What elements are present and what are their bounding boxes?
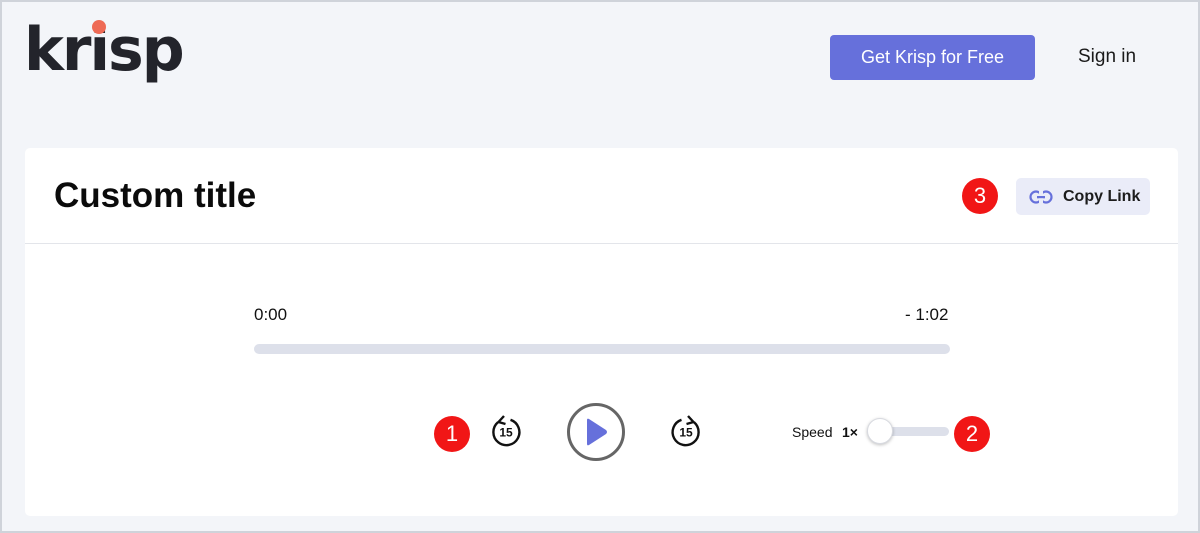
sign-in-link[interactable]: Sign in — [1078, 46, 1136, 68]
annotation-badge-1: 1 — [434, 416, 470, 452]
skip-back-button[interactable]: 15 — [488, 413, 524, 449]
rewind-15-icon: 15 — [492, 415, 521, 447]
play-icon — [587, 418, 607, 446]
page-title: Custom title — [54, 176, 257, 215]
forward-15-icon: 15 — [671, 415, 700, 447]
speed-label: Speed — [792, 424, 833, 440]
copy-link-label: Copy Link — [1063, 187, 1141, 205]
current-time: 0:00 — [254, 305, 288, 324]
skip-forward-button[interactable]: 15 — [668, 413, 704, 449]
play-button[interactable] — [567, 403, 625, 461]
speed-slider-handle[interactable] — [867, 418, 893, 444]
speed-value: 1× — [842, 424, 858, 440]
annotation-badge-3: 3 — [962, 178, 998, 214]
progress-bar[interactable] — [254, 344, 950, 354]
card-header: Custom title 3 Copy Link — [25, 148, 1178, 244]
remaining-time: - 1:02 — [905, 305, 949, 324]
recording-card: Custom title 3 Copy Link 0:00 - 1:02 1 1… — [25, 148, 1178, 516]
get-krisp-button[interactable]: Get Krisp for Free — [830, 35, 1035, 80]
skip-forward-seconds: 15 — [679, 426, 693, 440]
link-icon — [1029, 189, 1053, 204]
logo-dot — [92, 20, 106, 34]
annotation-badge-2: 2 — [954, 416, 990, 452]
skip-back-seconds: 15 — [499, 426, 513, 440]
copy-link-button[interactable]: Copy Link — [1016, 178, 1150, 215]
